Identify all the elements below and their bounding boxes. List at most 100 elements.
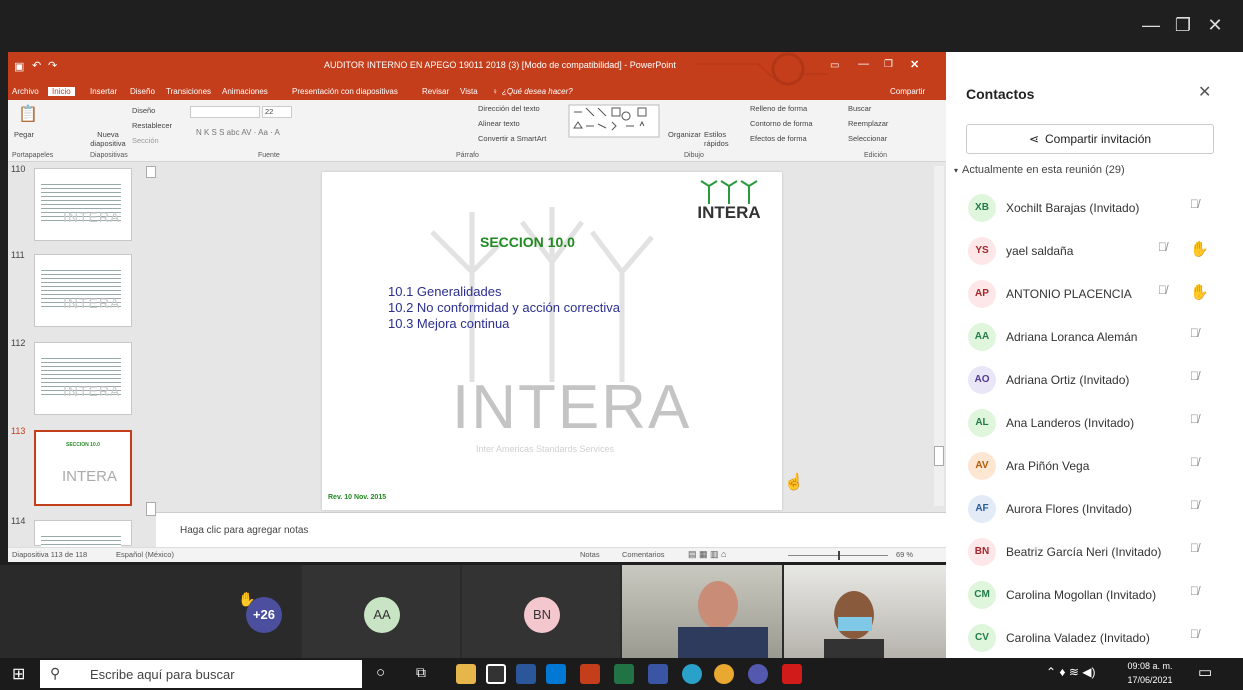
powerpoint-icon[interactable] [580,664,600,684]
clock-time[interactable]: 09:08 a. m. [1126,661,1174,671]
close-panel-icon[interactable]: ✕ [1198,82,1211,102]
find-button[interactable]: Buscar [848,104,871,113]
camera-feed-2[interactable] [784,565,946,658]
smartart-button[interactable]: Convertir a SmartArt [478,134,546,143]
arrange-button[interactable]: Organizar [668,130,701,139]
tab-diseno[interactable]: Diseño [130,87,155,96]
meeting-section-header[interactable]: ▾ Actualmente en esta reunión (29) [954,164,1125,176]
paste-icon[interactable]: 📋 [18,104,38,124]
notifications-icon[interactable]: ▭ [1198,663,1212,681]
task-view-icon[interactable]: ⧉ [416,664,426,681]
language-status[interactable]: Español (México) [116,550,174,559]
participant-row[interactable]: AL Ana Landeros (Invitado) 🎙̸ [946,402,1243,444]
ribbon-display-icon[interactable]: ▭ [830,60,839,71]
current-slide[interactable]: INTERA SECCION 10.0 10.1 Generalidades 1… [322,172,782,510]
ppt-minimize-icon[interactable]: — [858,58,869,70]
undo-icon[interactable]: ↶ [32,59,41,72]
tab-vista[interactable]: Vista [460,87,478,96]
ppt-restore-icon[interactable]: ❐ [884,59,893,70]
group-label-drawing: Dibujo [684,152,704,159]
edge-icon[interactable] [682,664,702,684]
notes-toggle[interactable]: Notas [580,550,600,559]
close-button[interactable]: ✕ [1200,10,1230,40]
participant-row[interactable]: AF Aurora Flores (Invitado) 🎙̸ [946,488,1243,530]
reset-button[interactable]: Restablecer [132,121,172,130]
tray-icons[interactable]: ⌃ ♦ ≋ ◀) [1046,665,1095,679]
ppt-share-button[interactable]: Compartir [890,87,925,96]
acrobat-icon[interactable] [782,664,802,684]
text-direction-button[interactable]: Dirección del texto [478,104,540,113]
store-icon[interactable] [486,664,506,684]
shape-effects-button[interactable]: Efectos de forma [750,134,807,143]
slide-thumbnail[interactable]: INTERA [34,342,132,415]
overflow-tile[interactable]: +26 ✋ [0,565,300,658]
video-tile-bn[interactable]: BN [462,565,620,658]
replace-button[interactable]: Reemplazar [848,119,888,128]
tab-revisar[interactable]: Revisar [422,87,449,96]
share-invite-button[interactable]: ⋖ Compartir invitación [966,124,1214,154]
participant-row[interactable]: YS yael saldaña 🎙̸ ✋ [946,230,1243,272]
tab-inicio[interactable]: Inicio [48,87,75,96]
slide-thumbnail[interactable]: INTERA [34,168,132,241]
ppt-close-icon[interactable]: ✕ [910,58,919,71]
participant-row[interactable]: AV Ara Piñón Vega 🎙̸ [946,445,1243,487]
font-name-field[interactable] [190,106,260,118]
video-tile-aa[interactable]: AA [302,565,460,658]
cortana-icon[interactable]: ○ [376,664,385,681]
participant-name: Carolina Valadez (Invitado) [1006,631,1150,645]
font-size-field[interactable]: 22 [262,106,292,118]
chrome-icon[interactable] [714,664,734,684]
redo-icon[interactable]: ↷ [48,59,57,72]
slide-thumbnail[interactable]: INTERA [34,254,132,327]
teams-icon[interactable] [748,664,768,684]
group-label-paragraph: Párrafo [456,152,479,159]
visio-icon[interactable] [648,664,668,684]
windows-start-icon[interactable]: ⊞ [12,664,25,684]
slide-thumbnail-selected[interactable]: SECCION 10.0 INTERA [34,430,132,506]
save-icon[interactable]: ▣ [14,60,24,73]
clock-date[interactable]: 17/06/2021 [1126,675,1174,685]
participant-row[interactable]: AO Adriana Ortiz (Invitado) 🎙̸ [946,359,1243,401]
font-format-icons[interactable]: N K S S abc AV · Aa · A [196,128,280,137]
participant-row[interactable]: CM Carolina Mogollan (Invitado) 🎙̸ [946,574,1243,616]
mail-icon[interactable] [546,664,566,684]
new-slide-button[interactable]: Nueva diapositiva [88,130,128,148]
paste-button[interactable]: Pegar [14,130,34,139]
zoom-level[interactable]: 69 % [896,550,913,559]
participant-row[interactable]: AA Adriana Loranca Alemán 🎙̸ [946,316,1243,358]
excel-icon[interactable] [614,664,634,684]
participant-row[interactable]: XB Xochilt Barajas (Invitado) 🎙̸ [946,187,1243,229]
participant-row[interactable]: AP ANTONIO PLACENCIA 🎙̸ ✋ [946,273,1243,315]
participant-row[interactable]: BN Beatriz García Neri (Invitado) 🎙̸ [946,531,1243,573]
align-text-button[interactable]: Alinear texto [478,119,520,128]
notes-area[interactable]: Haga clic para agregar notas [156,512,946,547]
thumb-scroll-up[interactable] [146,166,156,178]
restore-button[interactable]: ❐ [1168,10,1198,40]
shape-fill-button[interactable]: Relleno de forma [750,104,807,113]
tell-me-input[interactable]: ¿Qué desea hacer? [502,87,573,96]
layout-button[interactable]: Diseño [132,106,155,115]
camera-feed-1[interactable] [622,565,782,658]
tab-transiciones[interactable]: Transiciones [166,87,211,96]
quick-styles-button[interactable]: Estilos rápidos [704,130,734,148]
slide-thumbnail[interactable] [34,520,132,547]
taskbar-search[interactable]: ⚲ Escribe aquí para buscar [40,660,362,688]
shape-outline-button[interactable]: Contorno de forma [750,119,813,128]
zoom-slider[interactable] [788,551,888,560]
comments-toggle[interactable]: Comentarios [622,550,665,559]
thumb-scrollbar-thumb[interactable] [146,502,156,516]
select-button[interactable]: Seleccionar [848,134,887,143]
tab-presentacion[interactable]: Presentación con diapositivas [292,87,398,96]
shapes-gallery-icon[interactable] [568,104,660,138]
word-icon[interactable] [516,664,536,684]
slide-scrollbar[interactable] [934,166,944,506]
tab-archivo[interactable]: Archivo [12,87,39,96]
tab-insertar[interactable]: Insertar [90,87,117,96]
ppt-status-bar: Diapositiva 113 de 118 Español (México) … [8,547,946,562]
minimize-button[interactable]: — [1136,10,1166,40]
tab-animaciones[interactable]: Animaciones [222,87,268,96]
section-button[interactable]: Sección [132,136,159,145]
view-buttons[interactable]: ▤ ▦ ▥ ⌂ [688,549,726,560]
participant-row[interactable]: CV Carolina Valadez (Invitado) 🎙̸ [946,617,1243,659]
file-explorer-icon[interactable] [456,664,476,684]
